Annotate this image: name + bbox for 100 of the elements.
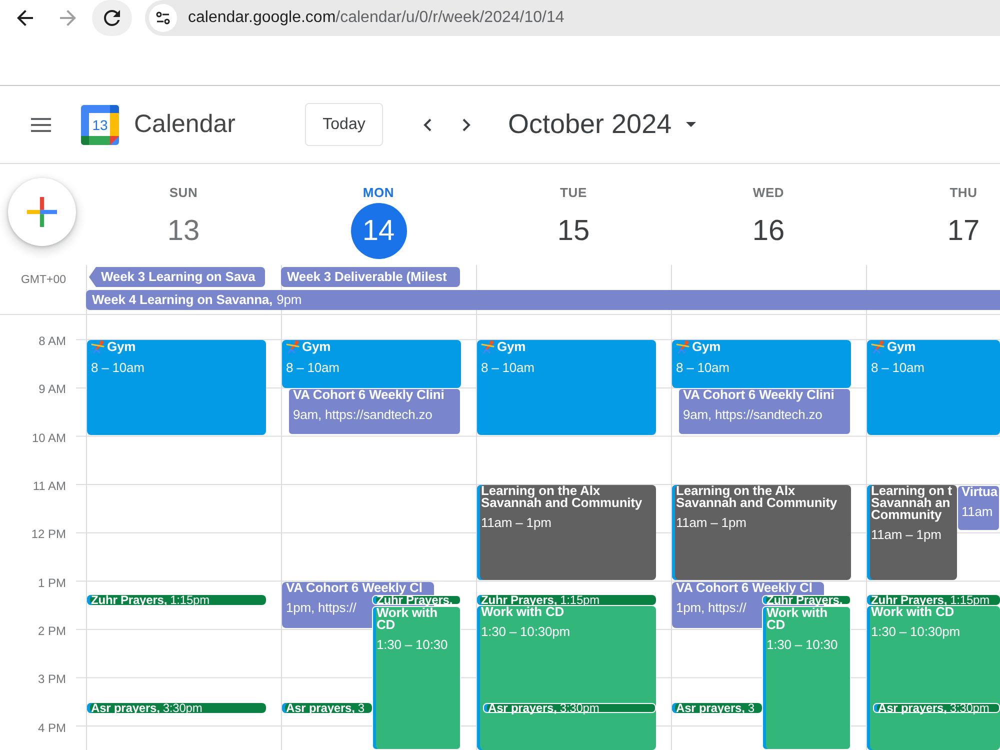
event-title: Asr prayers,: [878, 702, 947, 714]
event-card[interactable]: VA Cohort 6 Weekly Clini 9am, https://sandtech.zo: [288, 388, 461, 435]
event-time: 1:30 – 10:30pm: [481, 624, 570, 639]
event-chip[interactable]: Zuhr Prayers,: [372, 594, 461, 605]
day-number[interactable]: 14: [350, 203, 406, 259]
day-number[interactable]: 16: [740, 203, 796, 259]
hour-label: 10 AM: [32, 430, 66, 445]
hour-label: 11 AM: [32, 479, 66, 494]
event-time: 11am – 1pm: [871, 527, 942, 542]
event-title: Zuhr Prayers,: [481, 594, 558, 606]
chevron-right-icon[interactable]: [462, 118, 471, 132]
event-card[interactable]: Work with CD 1:30 – 10:30: [762, 606, 851, 750]
event-title: Work with CD: [871, 606, 954, 618]
reload-icon: [104, 10, 120, 26]
event-card[interactable]: Gym 8 – 10am: [282, 340, 461, 388]
calendar-logo: 13: [81, 104, 119, 144]
event-time: 1:30 – 10:30: [766, 636, 838, 652]
all-day-event[interactable]: Week 3 Deliverable (Milest: [281, 267, 460, 287]
event-chip[interactable]: Zuhr Prayers, 1:15pm: [867, 594, 1000, 605]
app-title: Calendar: [134, 110, 236, 139]
event-title: Work with CD: [481, 606, 564, 618]
event-time: 3:30pm: [162, 702, 202, 714]
event-chip[interactable]: Asr prayers, 3:30pm: [483, 703, 656, 714]
event-title: Asr prayers,: [286, 702, 355, 714]
event-time: 8 – 10am: [871, 360, 924, 376]
event-card[interactable]: Gym 8 – 10am: [867, 340, 1000, 435]
hour-label: 9 AM: [38, 382, 66, 396]
event-time: 1pm, https://: [286, 600, 356, 615]
event-title: Learning on t Savannah an Community: [871, 485, 952, 522]
event-chip[interactable]: Zuhr Prayers, 1:15pm: [477, 594, 656, 605]
event-title: Asr prayers,: [91, 702, 160, 714]
event-time: 11am – 1pm: [676, 515, 746, 530]
event-time: 9pm: [276, 291, 302, 309]
all-day-event[interactable]: Week 4 Learning on Savanna, 9pm: [86, 290, 1000, 310]
event-title: VA Cohort 6 Weekly Cl: [286, 582, 422, 594]
event-time: 1pm, https://: [676, 600, 746, 615]
hour-label: 1 PM: [38, 576, 66, 590]
event-card[interactable]: Gym 8 – 10am: [672, 340, 851, 388]
event-time: 8 – 10am: [676, 360, 730, 376]
day-name: THU: [950, 185, 978, 201]
back-arrow-icon[interactable]: [17, 10, 33, 26]
event-title: Gym: [302, 341, 331, 354]
chevron-left-icon[interactable]: [423, 118, 432, 132]
event-chip[interactable]: Asr prayers, 3:30pm: [873, 703, 1000, 714]
tune-icon[interactable]: [149, 4, 177, 32]
all-day-event[interactable]: Week 3 Learning on Sava: [89, 267, 265, 287]
event-card[interactable]: Virtua 11am: [956, 485, 1000, 532]
event-card[interactable]: Work with CD 1:30 – 10:30: [372, 606, 461, 750]
create-button[interactable]: [8, 178, 76, 246]
event-title: Learning on the Alx Savannah and Community: [676, 485, 838, 510]
event-time: 1:15pm: [560, 594, 600, 606]
event-card[interactable]: VA Cohort 6 Weekly Clini 9am, https://sandtech.zo: [678, 388, 851, 435]
event-time: 9am, https://sandtech.zo: [683, 407, 822, 422]
event-title: Learning on the Alx Savannah and Community: [481, 485, 642, 510]
event-title: Week 3 Learning on Sava: [101, 268, 256, 286]
caret-down-icon: [686, 122, 696, 127]
menu-icon[interactable]: [31, 118, 51, 132]
event-title: Gym: [692, 341, 721, 354]
event-time: 3: [748, 702, 754, 714]
event-title: Virtua: [962, 486, 998, 498]
event-time: 1:30 – 10:30pm: [871, 624, 960, 639]
day-name: WED: [752, 185, 784, 201]
event-time: 1:15pm: [170, 594, 210, 606]
event-title: VA Cohort 6 Weekly Clini: [293, 389, 444, 402]
month-picker-button[interactable]: October 2024: [508, 109, 696, 140]
reload-button[interactable]: [92, 0, 132, 36]
day-number[interactable]: 13: [156, 203, 212, 259]
event-time: 1:15pm: [950, 594, 990, 606]
event-title: Zuhr Prayers,: [91, 594, 168, 606]
event-title: Work with CD: [376, 606, 438, 631]
event-time: 3:30pm: [950, 702, 990, 714]
event-time: 11am: [962, 504, 993, 520]
event-time: 3:30pm: [560, 702, 600, 714]
event-card[interactable]: Gym 8 – 10am: [87, 340, 266, 435]
event-title: Gym: [107, 341, 136, 354]
event-chip[interactable]: Zuhr Prayers, 1:15pm: [87, 594, 266, 605]
event-card[interactable]: Learning on the Alx Savannah and Community 11am – 1pm: [672, 485, 851, 580]
event-title: Gym: [887, 341, 916, 354]
event-title: Zuhr Prayers,: [871, 594, 948, 606]
event-chip[interactable]: Asr prayers, 3: [672, 703, 762, 714]
event-title: Work with CD: [766, 606, 828, 631]
day-number[interactable]: 15: [546, 203, 602, 259]
event-card[interactable]: Learning on t Savannah an Community 11am – 1pm: [867, 485, 956, 580]
event-chip[interactable]: Asr prayers, 3: [282, 703, 372, 714]
event-title: Week 4 Learning on Savanna,: [92, 291, 273, 309]
event-chip[interactable]: Zuhr Prayers,: [762, 594, 851, 605]
event-title: Week 3 Deliverable (Milest: [287, 268, 447, 286]
hour-label: 3 PM: [38, 672, 66, 686]
today-button[interactable]: Today: [305, 103, 383, 146]
address-bar[interactable]: calendar.google.com/calendar/u/0/r/week/2024/10/14: [145, 0, 1000, 36]
event-chip[interactable]: Asr prayers, 3:30pm: [87, 703, 266, 714]
event-title: Asr prayers,: [676, 702, 745, 714]
event-card[interactable]: Learning on the Alx Savannah and Community 11am – 1pm: [477, 485, 656, 580]
event-title: Asr prayers,: [488, 702, 557, 714]
event-time: 8 – 10am: [91, 360, 144, 376]
day-number[interactable]: 17: [936, 203, 992, 259]
event-card[interactable]: Gym 8 – 10am: [477, 340, 656, 435]
event-title: VA Cohort 6 Weekly Clini: [683, 389, 834, 402]
url-path: /calendar/u/0/r/week/2024/10/14: [336, 9, 564, 27]
event-title: VA Cohort 6 Weekly Cl: [676, 582, 812, 594]
